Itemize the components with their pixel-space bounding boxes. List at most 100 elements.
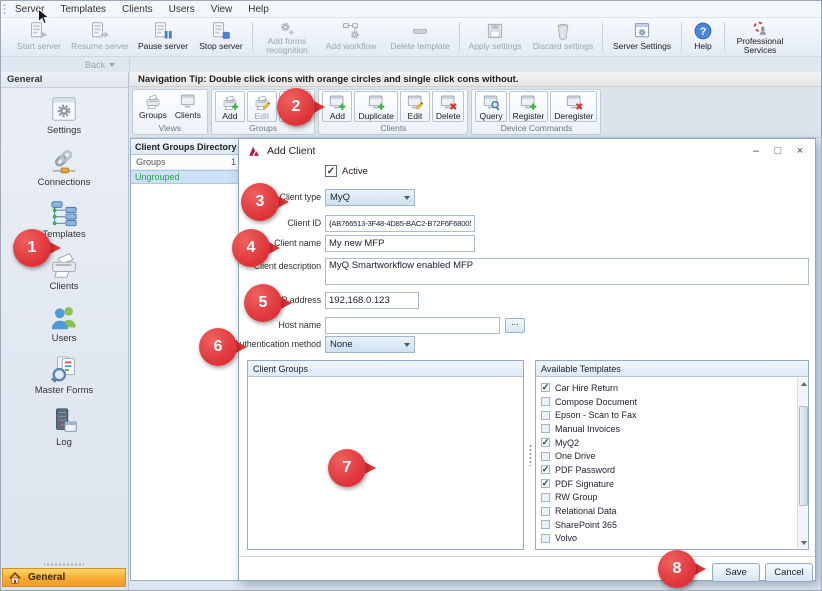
available-templates-panel: Available Templates ✓ Car Hire Return Co… [535,360,809,550]
template-row[interactable]: Volvo [541,532,796,546]
save-button[interactable]: Save [712,563,760,582]
add-forms-recognition-button[interactable]: Add forms recognition [256,19,318,55]
cancel-button[interactable]: Cancel [765,563,813,582]
checkmark-icon: ✓ [327,166,335,177]
scrollbar-thumb[interactable] [799,406,808,506]
scroll-up-icon[interactable] [798,378,809,389]
template-checkbox[interactable] [541,493,550,502]
scrollbar[interactable] [797,378,808,548]
client-name-row: Client name [239,235,815,253]
checkmark-icon: ✓ [542,438,550,447]
server-settings-button[interactable]: Server Settings [606,19,678,55]
menu-users[interactable]: Users [169,4,195,15]
host-name-field[interactable] [325,317,500,334]
sidebar-item-connections[interactable]: Connections [38,146,91,188]
ribbon-group-clients: Add Duplicate Edit Delete Clien [318,89,468,135]
device-query-button[interactable]: Query [475,91,506,122]
template-row[interactable]: ✓ MyQ2 [541,436,796,450]
clients-duplicate-button[interactable]: Duplicate [354,91,397,122]
sidebar-item-users[interactable]: Users [49,302,79,344]
panel-splitter[interactable] [526,360,534,550]
authentication-method-dropdown[interactable]: None [325,336,415,353]
groups-add-button[interactable]: Add [215,91,245,122]
discard-settings-button[interactable]: Discard settings [527,19,599,55]
template-checkbox[interactable] [541,520,550,529]
client-id-field[interactable] [325,215,475,232]
sidebar-item-log[interactable]: Log [49,406,79,448]
template-checkbox[interactable] [541,397,550,406]
annotation-step-8: 8 [658,550,710,588]
apply-settings-button[interactable]: Apply settings [463,19,527,55]
magnifier-icon [482,93,500,111]
template-row[interactable]: ✓ PDF Signature [541,477,796,491]
pause-server-button[interactable]: Pause server [133,19,193,55]
ip-address-field[interactable] [325,292,419,309]
menu-templates[interactable]: Templates [60,4,106,15]
flowchart-icon [49,198,79,228]
template-checkbox[interactable] [541,411,550,420]
template-row[interactable]: ✓ PDF Password [541,463,796,477]
close-icon[interactable]: × [789,143,811,159]
sidebar-item-settings[interactable]: Settings [47,94,81,136]
template-checkbox[interactable] [541,452,550,461]
template-checkbox[interactable]: ✓ [541,438,550,447]
template-checkbox[interactable] [541,507,550,516]
template-checkbox[interactable] [541,534,550,543]
available-templates-title: Available Templates [536,361,808,377]
splitter-handle[interactable] [44,562,84,567]
template-checkbox[interactable]: ✓ [541,479,550,488]
template-row[interactable]: Epson - Scan to Fax [541,408,796,422]
browse-button[interactable]: ... [505,318,525,333]
maximize-icon[interactable]: □ [767,143,789,159]
template-row[interactable]: Relational Data [541,504,796,518]
resume-server-button[interactable]: Resume server [67,19,133,55]
help-button[interactable]: Help [685,19,721,55]
template-checkbox[interactable]: ✓ [541,465,550,474]
template-row[interactable]: Manual Invoices [541,422,796,436]
device-deregister-button[interactable]: Deregister [550,91,597,122]
sidebar-footer-general[interactable]: General [2,568,126,587]
dialog-footer: Save Cancel [239,556,815,580]
duplicate-plus-icon [367,93,385,111]
menu-clients[interactable]: Clients [122,4,153,15]
dialog-titlebar[interactable]: Add Client – □ × [239,139,815,163]
template-checkbox[interactable] [541,424,550,433]
sidebar-items: Settings Connections Templates Clients U… [1,94,127,458]
template-row[interactable]: RW Group [541,491,796,505]
gear-plus-icon [277,21,297,36]
client-type-dropdown[interactable]: MyQ [325,189,415,206]
users-icon [49,302,79,332]
toolbar-grip [3,3,6,15]
views-clients-button[interactable]: Clients [172,91,204,122]
save-disk-icon [485,21,505,41]
template-row[interactable]: SharePoint 365 [541,518,796,532]
groups-edit-button[interactable]: Edit [247,91,277,122]
add-workflow-button[interactable]: Add workflow [318,19,384,55]
stop-server-button[interactable]: Stop server [193,19,249,55]
clients-edit-button[interactable]: Edit [400,91,430,122]
views-groups-button[interactable]: Groups [136,91,170,122]
device-register-button[interactable]: Register [509,91,549,122]
menu-help[interactable]: Help [248,4,269,15]
active-checkbox[interactable]: ✓ [325,165,337,177]
menu-view[interactable]: View [211,4,233,15]
template-row[interactable]: One Drive [541,449,796,463]
scroll-down-icon[interactable] [798,537,809,548]
template-row[interactable]: Compose Document [541,395,796,409]
client-description-field[interactable]: MyQ Smartworkflow enabled MFP [325,258,809,285]
life-ring-icon [750,21,770,36]
template-checkbox[interactable]: ✓ [541,383,550,392]
professional-services-button[interactable]: Professional Services [728,19,792,55]
back-button[interactable]: Back [79,58,121,71]
minimize-icon[interactable]: – [745,143,767,159]
sidebar-item-master-forms[interactable]: Master Forms [35,354,94,396]
client-name-field[interactable] [325,235,475,252]
group-count: 1 [231,157,236,169]
clients-delete-button[interactable]: Delete [432,91,465,122]
list-item-ungrouped[interactable]: Ungrouped [131,170,241,184]
ip-address-row: IP address [239,292,815,310]
delete-template-button[interactable]: Delete template [384,19,456,55]
ribbon-group-views: Groups Clients Views [132,89,208,135]
groups-column-header[interactable]: Groups 1 [131,155,241,170]
template-row[interactable]: ✓ Car Hire Return [541,381,796,395]
